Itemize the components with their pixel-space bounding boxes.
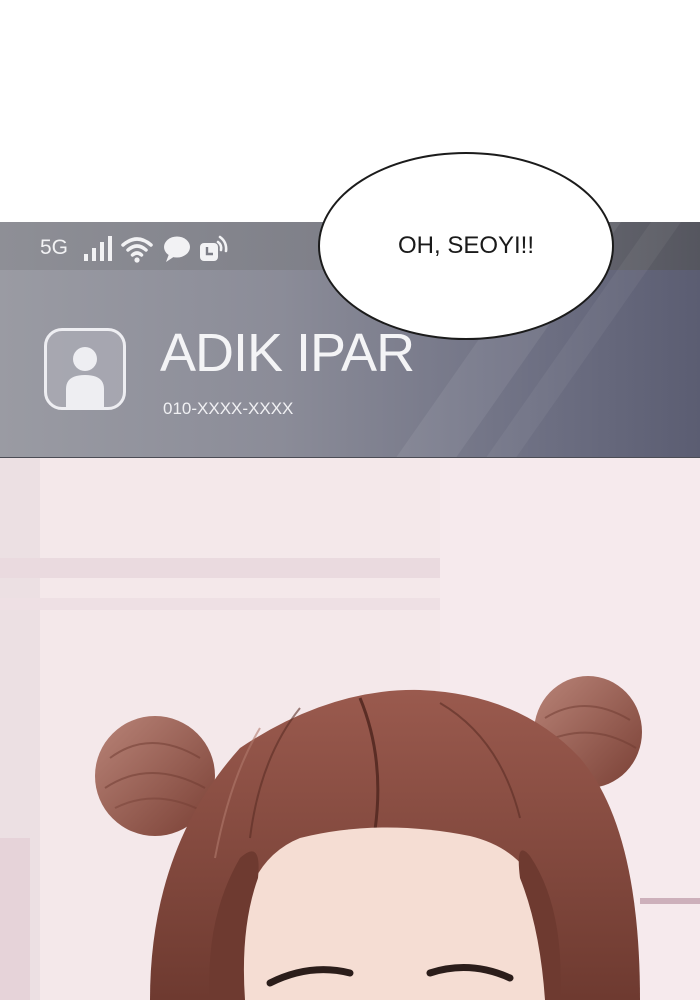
network-type-label: 5G [40, 236, 69, 259]
speech-bubble-text: OH, SEOYI!! [397, 232, 535, 259]
caller-name: ADIK IPAR [160, 323, 415, 383]
girl-with-hair-buns-illustration [0, 458, 700, 1000]
person-silhouette-icon [66, 347, 104, 407]
caller-number: 010-XXXX-XXXX [163, 399, 294, 418]
alarm-icon [200, 235, 228, 261]
character-illustration [0, 458, 700, 1000]
wifi-icon [121, 237, 153, 263]
signal-icon [84, 236, 112, 261]
chat-bubble-icon [164, 236, 190, 262]
speech-bubble: OH, SEOYI!! [318, 152, 614, 340]
caller-avatar [44, 328, 126, 410]
